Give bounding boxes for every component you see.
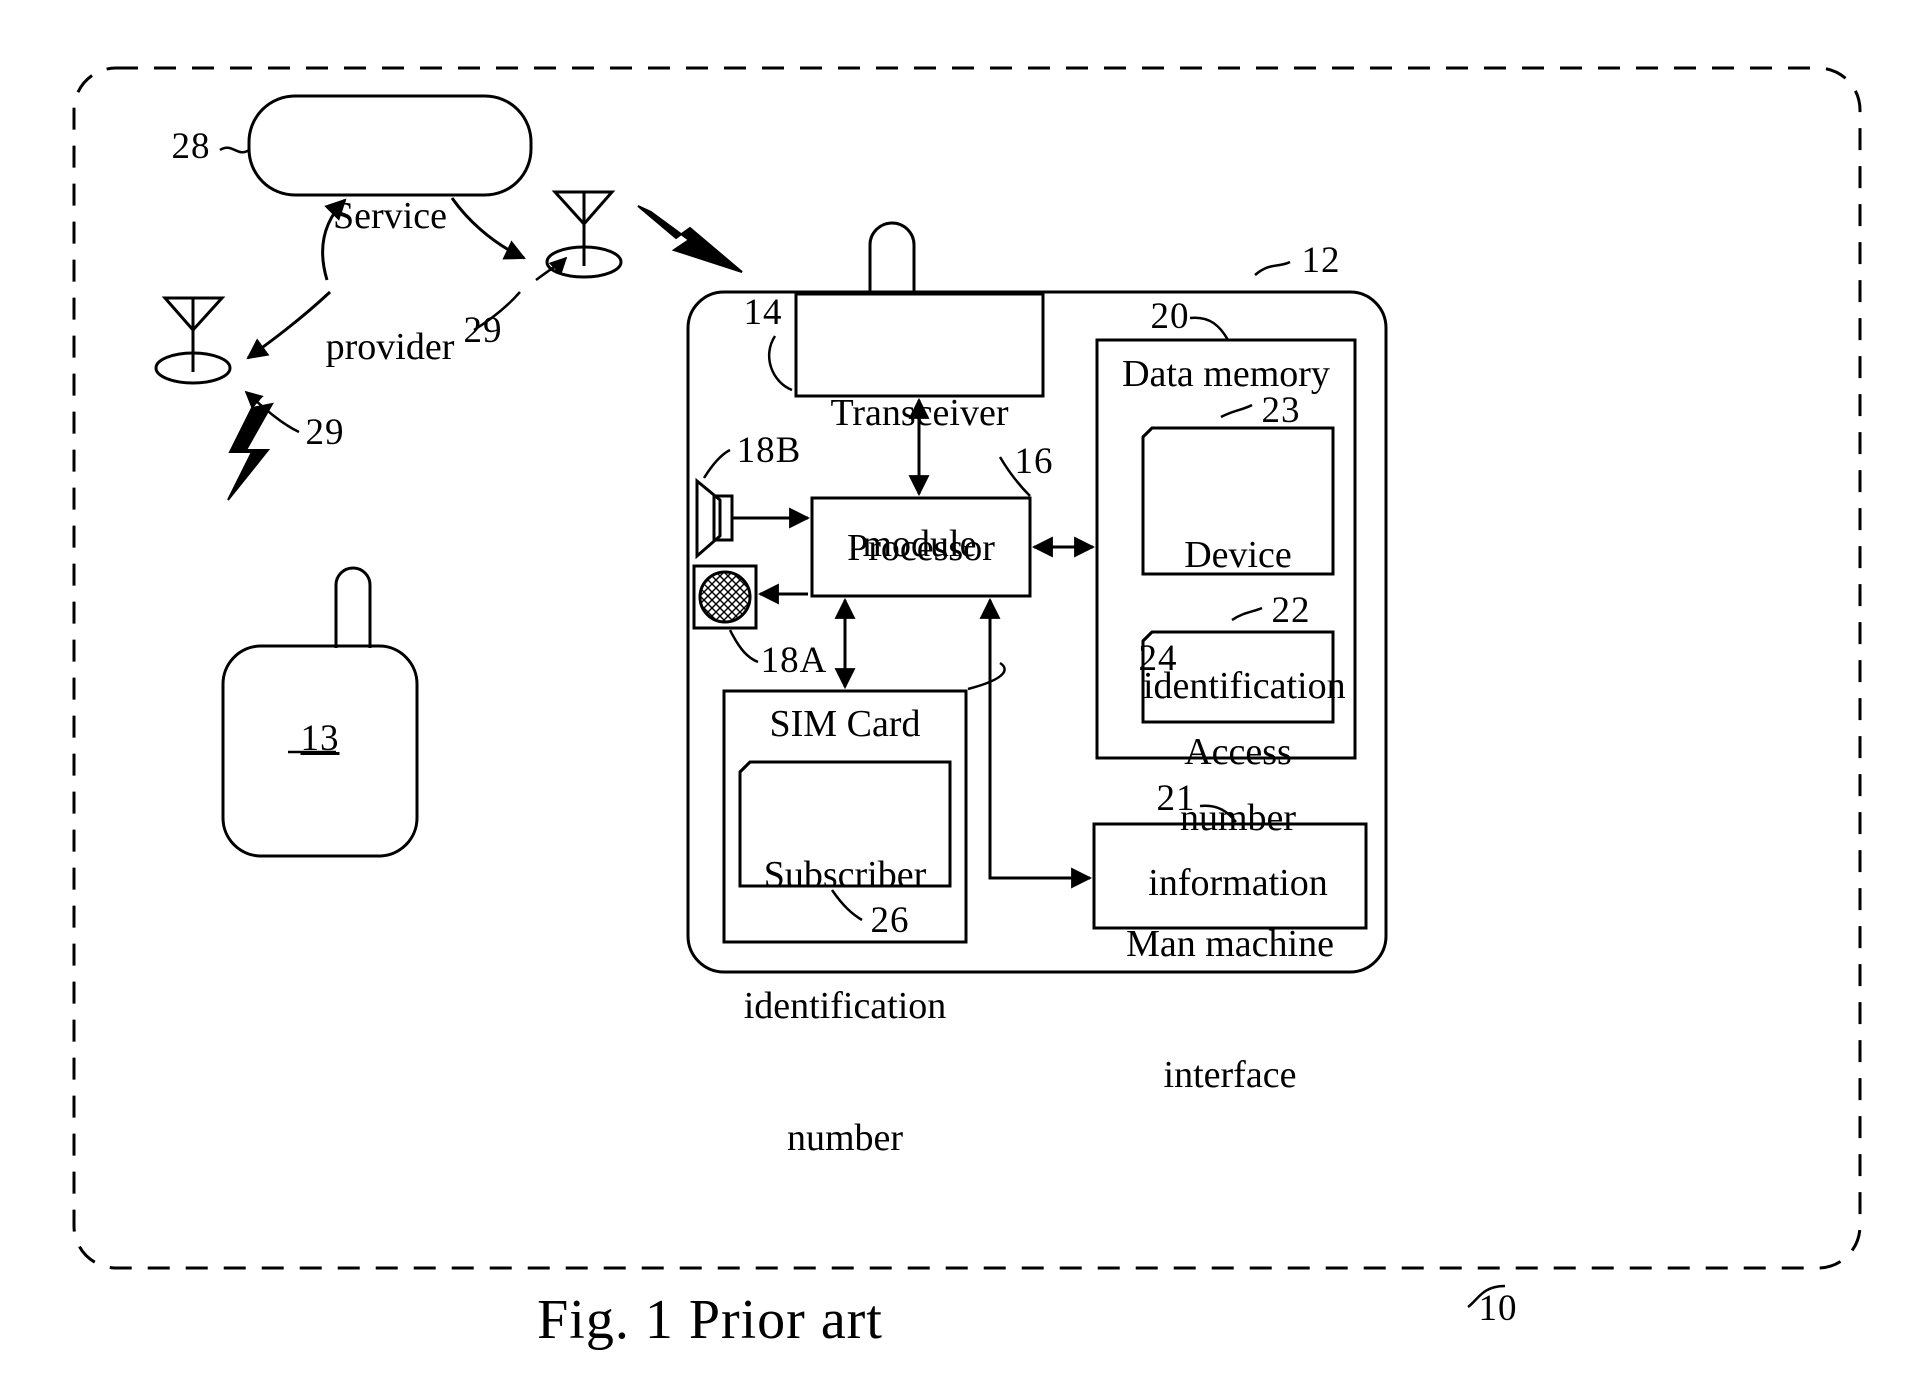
handset-12 [686,221,1388,974]
rf-bolt-right [637,205,743,273]
system-boundary-dashed [72,66,1862,1270]
transceiver-module-box [794,292,1045,398]
mobile-device-13 [221,566,419,858]
data-memory-box [1095,338,1357,760]
mmi-box [1092,822,1368,930]
processor-box [810,496,1032,598]
subscriber-id-doc [738,760,952,888]
antenna-left [154,296,232,385]
service-provider-shape [247,94,533,197]
speaker-18b [695,477,734,560]
access-info-doc [1141,630,1335,724]
patent-figure: Service provider 28 29 29 13 12 Transcei… [0,0,1913,1397]
diagram-canvas [72,66,1862,1309]
rf-bolt-left [227,402,274,501]
microphone-18a [692,564,758,630]
device-id-doc [1141,426,1335,576]
